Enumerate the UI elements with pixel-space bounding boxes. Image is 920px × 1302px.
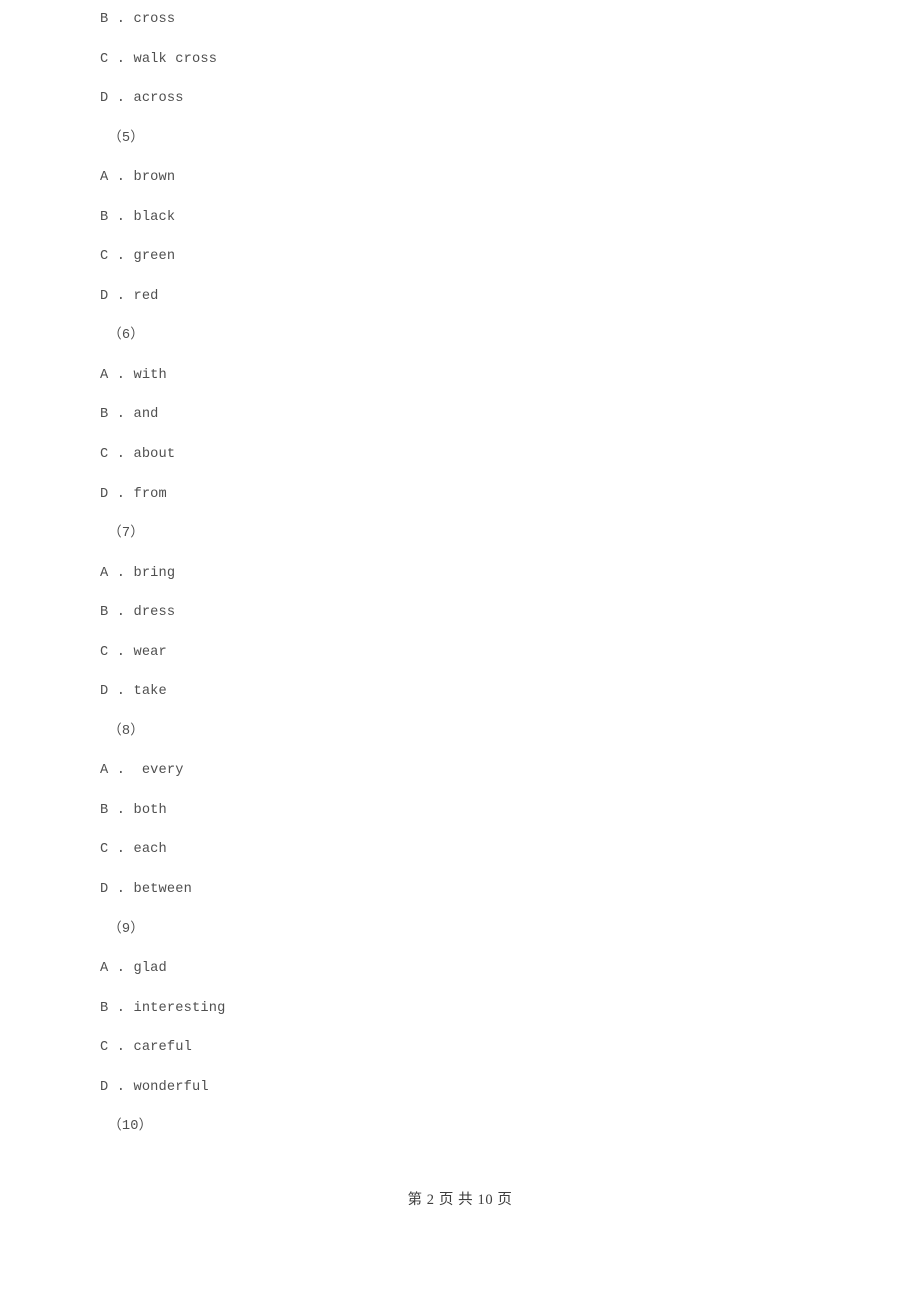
answer-option: D . between <box>100 882 193 898</box>
answer-option: A . every <box>100 763 184 779</box>
answer-option: D . take <box>100 684 167 700</box>
answer-option: C . each <box>100 842 167 858</box>
question-number: （10） <box>108 1119 153 1135</box>
question-number: （9） <box>108 921 145 937</box>
answer-option: B . black <box>100 209 176 225</box>
answer-option: C . about <box>100 447 176 463</box>
answer-option: A . brown <box>100 170 176 186</box>
question-number: （7） <box>108 526 145 542</box>
question-number: （8） <box>108 723 145 739</box>
question-number: （5） <box>108 130 145 146</box>
answer-option: A . glad <box>100 961 167 977</box>
answer-option: B . both <box>100 802 167 818</box>
answer-option: A . with <box>100 367 167 383</box>
answer-option: D . across <box>100 91 184 107</box>
answer-option: D . red <box>100 288 159 304</box>
answer-option: D . wonderful <box>100 1079 209 1095</box>
document-page: B . cross C . walk cross D . across （5） A . … <box>0 0 920 1302</box>
answer-option: C . careful <box>100 1040 193 1056</box>
answer-option: C . green <box>100 249 176 265</box>
answer-option: B . cross <box>100 12 176 27</box>
page-footer: 第 2 页 共 10 页 <box>407 1192 513 1208</box>
answer-option: B . interesting <box>100 1000 226 1016</box>
answer-option: A . bring <box>100 565 176 581</box>
answer-option: D . from <box>100 486 167 502</box>
answer-option: C . walk cross <box>100 51 218 67</box>
question-number: （6） <box>108 328 145 344</box>
answer-option: B . and <box>100 407 159 423</box>
answer-option: B . dress <box>100 605 176 621</box>
page-content: B . cross C . walk cross D . across （5） A . … <box>100 0 800 1147</box>
answer-option: C . wear <box>100 644 167 660</box>
